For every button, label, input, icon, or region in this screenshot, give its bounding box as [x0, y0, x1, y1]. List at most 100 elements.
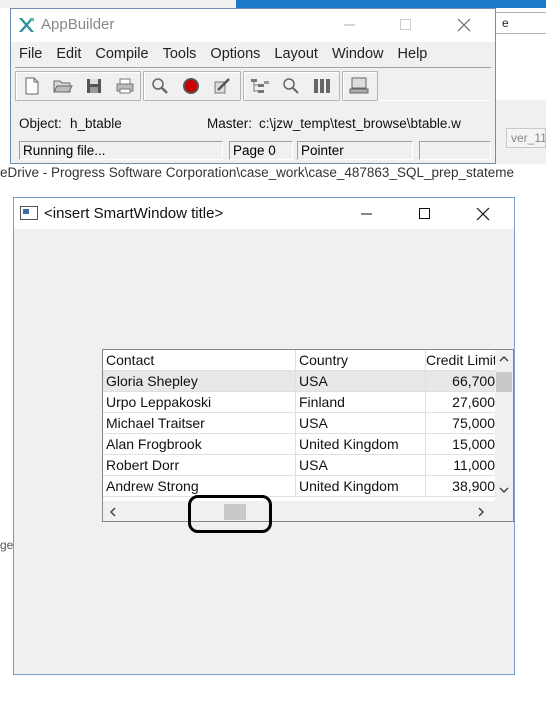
scroll-left-icon[interactable] [109, 507, 117, 517]
appbuilder-window: AppBuilder File Edit Compile Tools Optio… [10, 8, 496, 164]
master-label: Master: [207, 116, 253, 131]
vertical-scroll-thumb[interactable] [496, 372, 512, 392]
new-button[interactable] [16, 73, 47, 99]
minimize-icon [361, 213, 372, 215]
hierarchy-button[interactable] [244, 73, 275, 99]
edit-pencil-icon [214, 78, 230, 94]
scroll-down-icon[interactable] [499, 486, 509, 494]
background-taskbar-strip [236, 0, 546, 8]
column-header-country[interactable]: Country [296, 350, 426, 370]
annotation-highlight-box [188, 495, 272, 533]
column-header-contact[interactable]: Contact [103, 350, 296, 370]
appbuilder-status-bar: Running file... Page 0 Pointer [15, 139, 491, 161]
maximize-button[interactable] [383, 9, 429, 41]
menu-layout[interactable]: Layout [267, 46, 325, 62]
close-icon [476, 207, 490, 221]
menu-options[interactable]: Options [203, 46, 267, 62]
background-tab-text: e [502, 16, 509, 30]
toolbar-file-group [15, 71, 141, 101]
cell-contact: Gloria Shepley [103, 371, 296, 391]
vertical-scrollbar[interactable] [495, 350, 513, 501]
table-row[interactable]: Gloria Shepley USA 66,700 [103, 371, 495, 392]
database-button[interactable] [343, 73, 374, 99]
close-icon [457, 18, 471, 32]
maximize-icon [400, 19, 411, 30]
search-button[interactable] [275, 73, 306, 99]
cell-contact: Alan Frogbrook [103, 434, 296, 454]
background-path-text: eDrive - Progress Software Corporation\c… [0, 165, 515, 180]
magnifier-run-icon [151, 78, 168, 94]
cell-country: USA [296, 371, 426, 391]
appbuilder-logo-icon [19, 18, 34, 32]
appbuilder-menubar: File Edit Compile Tools Options Layout W… [11, 42, 495, 66]
smartwindow-titlebar[interactable]: <insert SmartWindow title> [14, 198, 514, 229]
cell-credit-limit: 66,700 [452, 373, 495, 389]
cell-credit-limit: 27,600 [452, 394, 495, 410]
appbuilder-titlebar[interactable]: AppBuilder [11, 9, 495, 42]
edit-code-button[interactable] [206, 73, 237, 99]
column-header-credit-limit[interactable]: Credit Limit [426, 350, 495, 370]
cell-credit-limit: 11,000 [453, 457, 495, 473]
toolbar-tools-group [243, 71, 340, 101]
object-label: Object: [19, 116, 62, 131]
cell-country: USA [296, 413, 426, 433]
menu-file[interactable]: File [11, 46, 49, 62]
print-icon [116, 78, 133, 94]
stop-icon [182, 78, 199, 94]
cell-country: United Kingdom [296, 476, 426, 496]
table-row[interactable]: Robert Dorr USA 11,000 [103, 455, 495, 476]
status-mode: Pointer [297, 141, 413, 160]
cell-country: United Kingdom [296, 434, 426, 454]
status-extra [419, 141, 491, 160]
close-button[interactable] [441, 9, 487, 41]
stop-button[interactable] [175, 73, 206, 99]
table-row[interactable]: Urpo Leppakoski Finland 27,600 [103, 392, 495, 413]
cell-credit-limit: 15,000 [452, 436, 495, 452]
palette-button[interactable] [306, 73, 337, 99]
table-row[interactable]: Andrew Strong United Kingdom 38,900 [103, 476, 495, 497]
table-row[interactable]: Alan Frogbrook United Kingdom 15,000 [103, 434, 495, 455]
object-value: h_btable [70, 116, 122, 131]
minimize-icon [344, 24, 355, 26]
save-icon [86, 79, 101, 93]
horizontal-scrollbar[interactable] [103, 501, 513, 521]
cell-contact: Andrew Strong [103, 476, 296, 496]
close-button[interactable] [460, 198, 506, 230]
open-button[interactable] [47, 73, 78, 99]
window-app-icon [20, 206, 38, 220]
cell-contact: Michael Traitser [103, 413, 296, 433]
cell-contact: Urpo Leppakoski [103, 392, 296, 412]
menu-tools[interactable]: Tools [156, 46, 204, 62]
minimize-button[interactable] [344, 198, 390, 230]
appbuilder-info-bar: Object: h_btable Master: c:\jzw_temp\tes… [15, 113, 491, 133]
new-file-icon [25, 77, 38, 95]
smartwindow-title: <insert SmartWindow title> [44, 205, 224, 222]
browse-header-row: Contact Country Credit Limit [103, 350, 495, 371]
print-button[interactable] [109, 73, 140, 99]
search-icon [282, 78, 299, 94]
toolbar-db-group [342, 71, 378, 101]
cell-credit-limit: 75,000 [452, 415, 495, 431]
columns-palette-icon [313, 79, 330, 93]
open-folder-icon [52, 80, 73, 93]
run-button[interactable] [144, 73, 175, 99]
save-button[interactable] [78, 73, 109, 99]
cell-contact: Robert Dorr [103, 455, 296, 475]
table-row[interactable]: Michael Traitser USA 75,000 [103, 413, 495, 434]
background-version-field: ver_11_ [506, 128, 546, 148]
hierarchy-icon [250, 79, 269, 93]
menu-help[interactable]: Help [391, 46, 435, 62]
menu-compile[interactable]: Compile [88, 46, 155, 62]
browse-grid[interactable]: Contact Country Credit Limit Gloria Shep… [102, 349, 514, 522]
background-side-text: ge [0, 538, 14, 552]
cell-credit-limit: 38,900 [452, 478, 495, 494]
toolbar-run-group [143, 71, 241, 101]
minimize-button[interactable] [327, 9, 373, 41]
menu-edit[interactable]: Edit [49, 46, 88, 62]
appbuilder-title: AppBuilder [41, 16, 115, 33]
scroll-right-icon[interactable] [477, 507, 485, 517]
menu-window[interactable]: Window [325, 46, 391, 62]
computer-icon [349, 77, 368, 94]
scroll-up-icon[interactable] [499, 355, 509, 363]
maximize-button[interactable] [402, 198, 448, 230]
